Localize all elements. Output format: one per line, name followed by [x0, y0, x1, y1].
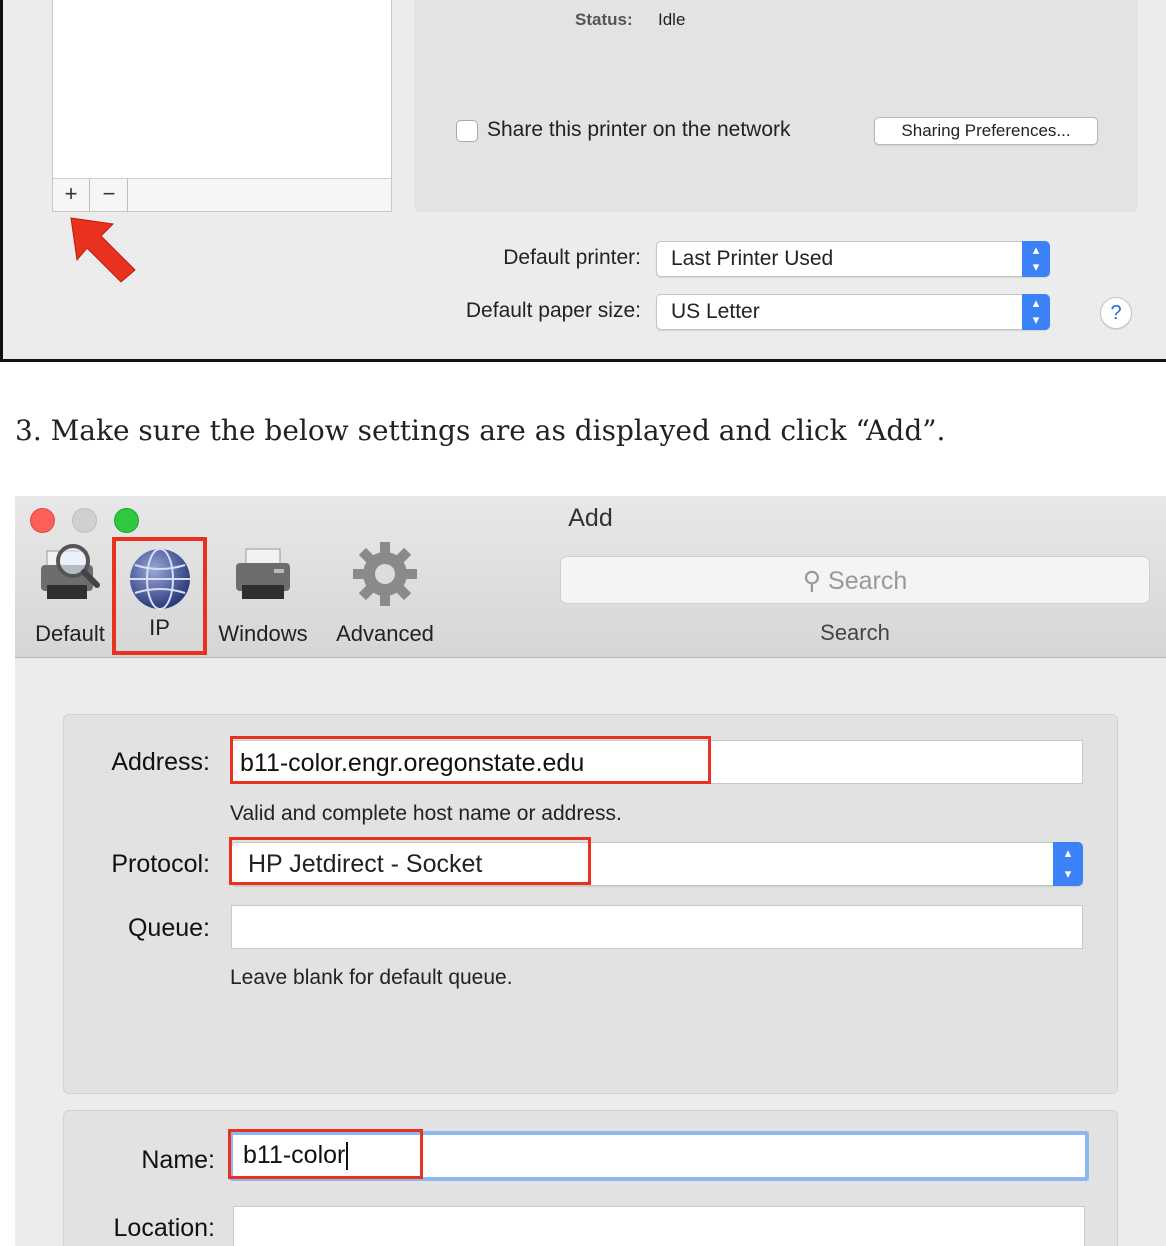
protocol-highlight	[229, 837, 591, 885]
address-hint: Valid and complete host name or address.	[230, 802, 622, 825]
printer-list-footer: + −	[53, 178, 391, 211]
toolbar-default[interactable]: Default	[25, 541, 115, 653]
share-printer-checkbox[interactable]	[456, 120, 478, 142]
sharing-preferences-button[interactable]: Sharing Preferences...	[874, 117, 1098, 145]
address-highlight	[230, 736, 711, 784]
queue-label: Queue:	[127, 914, 210, 942]
chevron-updown-icon: ▴ ▾	[1022, 241, 1050, 277]
default-printer-popup[interactable]: Last Printer Used ▴ ▾	[656, 241, 1050, 277]
default-printer-value: Last Printer Used	[671, 247, 834, 270]
remove-printer-button[interactable]: −	[91, 179, 128, 211]
queue-hint: Leave blank for default queue.	[230, 966, 513, 989]
toolbar-advanced-label: Advanced	[336, 621, 434, 646]
search-caption: Search	[820, 620, 890, 645]
printer-list[interactable]: + −	[52, 0, 392, 212]
address-label: Address:	[111, 748, 210, 776]
chevron-updown-icon: ▴ ▾	[1053, 842, 1083, 886]
printer-icon	[236, 548, 290, 599]
share-printer-label: Share this printer on the network	[487, 118, 791, 141]
name-label: Name:	[141, 1146, 215, 1174]
search-placeholder-row: ⚲ Search	[561, 566, 1149, 596]
help-button[interactable]: ?	[1100, 297, 1132, 329]
name-highlight	[228, 1129, 423, 1179]
printer-details-panel	[414, 0, 1138, 212]
add-printer-window: Add Default IP Windows Advanced ⚲ Search…	[15, 496, 1166, 1246]
status-label: Status:	[575, 10, 633, 29]
toolbar-windows-label: Windows	[218, 621, 308, 646]
search-placeholder: Search	[828, 567, 908, 595]
toolbar-advanced[interactable]: Advanced	[327, 541, 443, 653]
printer-search-icon	[41, 544, 100, 599]
search-icon: ⚲	[802, 567, 822, 595]
status-value: Idle	[658, 10, 686, 29]
printers-preferences-pane: + − Status: Idle Share this printer on t…	[0, 0, 1166, 362]
location-field[interactable]	[233, 1206, 1085, 1246]
chevron-updown-icon: ▴ ▾	[1022, 294, 1050, 330]
queue-field[interactable]	[231, 905, 1083, 949]
toolbar-ip-label: IP	[149, 615, 170, 640]
add-printer-button[interactable]: +	[53, 179, 90, 211]
search-input[interactable]: ⚲ Search	[560, 556, 1150, 604]
paper-size-label: Default paper size:	[465, 299, 641, 322]
protocol-label: Protocol:	[111, 850, 210, 878]
toolbar-default-label: Default	[35, 621, 105, 646]
toolbar-ip[interactable]: IP	[112, 537, 207, 655]
window-title: Add	[568, 504, 613, 532]
toolbar-windows[interactable]: Windows	[211, 541, 315, 653]
paper-size-popup[interactable]: US Letter ▴ ▾	[656, 294, 1050, 330]
window-toolbar: Add Default IP Windows Advanced ⚲ Search…	[15, 496, 1166, 658]
paper-size-value: US Letter	[671, 300, 760, 323]
globe-icon	[129, 548, 190, 610]
location-label: Location:	[113, 1214, 215, 1242]
gear-icon	[353, 542, 417, 606]
red-arrow-annotation	[70, 217, 136, 283]
instruction-text: 3. Make sure the below settings are as d…	[15, 414, 946, 447]
default-printer-label: Default printer:	[503, 246, 641, 269]
